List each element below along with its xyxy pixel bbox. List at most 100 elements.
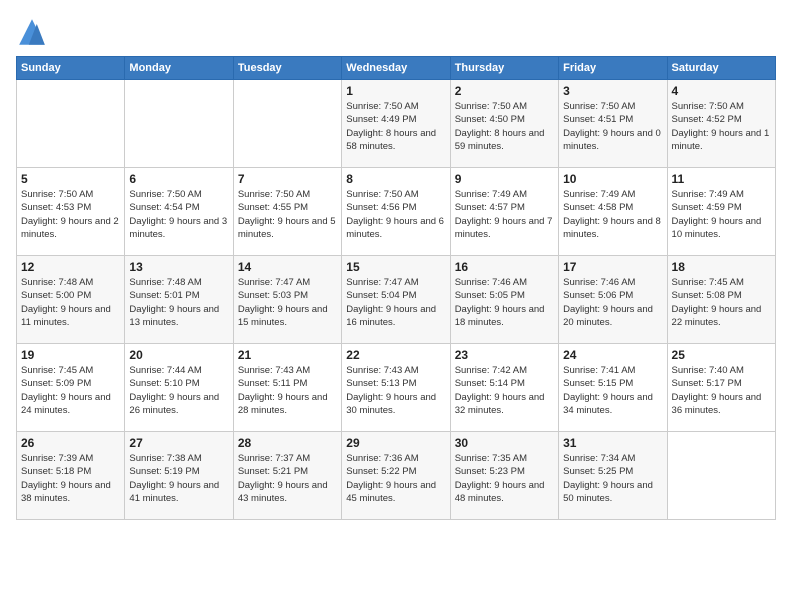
day-info: Sunrise: 7:50 AMSunset: 4:54 PMDaylight:… <box>129 188 228 241</box>
day-info: Sunrise: 7:50 AMSunset: 4:51 PMDaylight:… <box>563 100 662 153</box>
day-number: 19 <box>21 348 120 362</box>
day-number: 22 <box>346 348 445 362</box>
day-number: 16 <box>455 260 554 274</box>
calendar-cell: 15 Sunrise: 7:47 AMSunset: 5:04 PMDayligh… <box>342 256 450 344</box>
day-info: Sunrise: 7:45 AMSunset: 5:08 PMDaylight:… <box>672 276 771 329</box>
day-number: 26 <box>21 436 120 450</box>
day-info: Sunrise: 7:49 AMSunset: 4:58 PMDaylight:… <box>563 188 662 241</box>
calendar-cell: 18 Sunrise: 7:45 AMSunset: 5:08 PMDayligh… <box>667 256 775 344</box>
day-info: Sunrise: 7:50 AMSunset: 4:55 PMDaylight:… <box>238 188 337 241</box>
page-header <box>16 16 776 48</box>
day-number: 6 <box>129 172 228 186</box>
week-row-3: 12Sunrise: 7:48 AMSunset: 5:00 PMDayligh… <box>17 256 776 344</box>
day-number: 27 <box>129 436 228 450</box>
day-number: 11 <box>672 172 771 186</box>
calendar-cell: 3 Sunrise: 7:50 AMSunset: 4:51 PMDaylight… <box>559 80 667 168</box>
day-info: Sunrise: 7:34 AMSunset: 5:25 PMDaylight:… <box>563 452 662 505</box>
header-row: SundayMondayTuesdayWednesdayThursdayFrid… <box>17 57 776 80</box>
day-info: Sunrise: 7:43 AMSunset: 5:11 PMDaylight:… <box>238 364 337 417</box>
calendar-cell: 24 Sunrise: 7:41 AMSunset: 5:15 PMDayligh… <box>559 344 667 432</box>
calendar-header: SundayMondayTuesdayWednesdayThursdayFrid… <box>17 57 776 80</box>
day-number: 15 <box>346 260 445 274</box>
day-info: Sunrise: 7:47 AMSunset: 5:04 PMDaylight:… <box>346 276 445 329</box>
day-number: 17 <box>563 260 662 274</box>
day-info: Sunrise: 7:44 AMSunset: 5:10 PMDaylight:… <box>129 364 228 417</box>
day-number: 25 <box>672 348 771 362</box>
day-info: Sunrise: 7:40 AMSunset: 5:17 PMDaylight:… <box>672 364 771 417</box>
day-number: 1 <box>346 84 445 98</box>
day-number: 2 <box>455 84 554 98</box>
calendar-cell: 29Sunrise: 7:36 AMSunset: 5:22 PMDayligh… <box>342 432 450 520</box>
calendar-cell <box>233 80 341 168</box>
calendar-cell: 4 Sunrise: 7:50 AMSunset: 4:52 PMDaylight… <box>667 80 775 168</box>
day-info: Sunrise: 7:38 AMSunset: 5:19 PMDaylight:… <box>129 452 228 505</box>
week-row-5: 26 Sunrise: 7:39 AMSunset: 5:18 PMDayligh… <box>17 432 776 520</box>
day-info: Sunrise: 7:50 AMSunset: 4:49 PMDaylight:… <box>346 100 445 153</box>
logo-icon <box>16 16 48 48</box>
header-cell-saturday: Saturday <box>667 57 775 80</box>
day-number: 5 <box>21 172 120 186</box>
header-cell-tuesday: Tuesday <box>233 57 341 80</box>
day-info: Sunrise: 7:46 AMSunset: 5:05 PMDaylight:… <box>455 276 554 329</box>
header-cell-thursday: Thursday <box>450 57 558 80</box>
calendar-cell: 14Sunrise: 7:47 AMSunset: 5:03 PMDayligh… <box>233 256 341 344</box>
day-info: Sunrise: 7:37 AMSunset: 5:21 PMDaylight:… <box>238 452 337 505</box>
day-number: 7 <box>238 172 337 186</box>
day-number: 14 <box>238 260 337 274</box>
calendar-cell: 1 Sunrise: 7:50 AMSunset: 4:49 PMDaylight… <box>342 80 450 168</box>
calendar-cell: 26 Sunrise: 7:39 AMSunset: 5:18 PMDayligh… <box>17 432 125 520</box>
logo <box>16 16 52 48</box>
calendar-cell: 9 Sunrise: 7:49 AMSunset: 4:57 PMDaylight… <box>450 168 558 256</box>
calendar-cell: 25 Sunrise: 7:40 AMSunset: 5:17 PMDayligh… <box>667 344 775 432</box>
calendar-cell: 10 Sunrise: 7:49 AMSunset: 4:58 PMDayligh… <box>559 168 667 256</box>
calendar-cell: 21Sunrise: 7:43 AMSunset: 5:11 PMDayligh… <box>233 344 341 432</box>
day-info: Sunrise: 7:46 AMSunset: 5:06 PMDaylight:… <box>563 276 662 329</box>
day-number: 28 <box>238 436 337 450</box>
day-info: Sunrise: 7:42 AMSunset: 5:14 PMDaylight:… <box>455 364 554 417</box>
header-cell-monday: Monday <box>125 57 233 80</box>
day-number: 18 <box>672 260 771 274</box>
calendar-cell: 27 Sunrise: 7:38 AMSunset: 5:19 PMDayligh… <box>125 432 233 520</box>
day-number: 8 <box>346 172 445 186</box>
calendar-cell: 13 Sunrise: 7:48 AMSunset: 5:01 PMDayligh… <box>125 256 233 344</box>
day-number: 3 <box>563 84 662 98</box>
calendar-table: SundayMondayTuesdayWednesdayThursdayFrid… <box>16 56 776 520</box>
day-info: Sunrise: 7:49 AMSunset: 4:59 PMDaylight:… <box>672 188 771 241</box>
day-info: Sunrise: 7:50 AMSunset: 4:52 PMDaylight:… <box>672 100 771 153</box>
day-info: Sunrise: 7:45 AMSunset: 5:09 PMDaylight:… <box>21 364 120 417</box>
week-row-4: 19 Sunrise: 7:45 AMSunset: 5:09 PMDayligh… <box>17 344 776 432</box>
day-number: 13 <box>129 260 228 274</box>
day-number: 24 <box>563 348 662 362</box>
calendar-body: 1 Sunrise: 7:50 AMSunset: 4:49 PMDaylight… <box>17 80 776 520</box>
calendar-cell: 19 Sunrise: 7:45 AMSunset: 5:09 PMDayligh… <box>17 344 125 432</box>
calendar-cell: 5 Sunrise: 7:50 AMSunset: 4:53 PMDaylight… <box>17 168 125 256</box>
day-info: Sunrise: 7:50 AMSunset: 4:53 PMDaylight:… <box>21 188 120 241</box>
day-info: Sunrise: 7:49 AMSunset: 4:57 PMDaylight:… <box>455 188 554 241</box>
week-row-1: 1 Sunrise: 7:50 AMSunset: 4:49 PMDaylight… <box>17 80 776 168</box>
header-cell-friday: Friday <box>559 57 667 80</box>
calendar-cell: 8Sunrise: 7:50 AMSunset: 4:56 PMDaylight… <box>342 168 450 256</box>
day-info: Sunrise: 7:48 AMSunset: 5:01 PMDaylight:… <box>129 276 228 329</box>
day-number: 20 <box>129 348 228 362</box>
calendar-cell: 11 Sunrise: 7:49 AMSunset: 4:59 PMDayligh… <box>667 168 775 256</box>
calendar-cell: 22Sunrise: 7:43 AMSunset: 5:13 PMDayligh… <box>342 344 450 432</box>
day-info: Sunrise: 7:35 AMSunset: 5:23 PMDaylight:… <box>455 452 554 505</box>
day-info: Sunrise: 7:41 AMSunset: 5:15 PMDaylight:… <box>563 364 662 417</box>
day-number: 10 <box>563 172 662 186</box>
day-number: 9 <box>455 172 554 186</box>
day-number: 4 <box>672 84 771 98</box>
day-number: 30 <box>455 436 554 450</box>
day-info: Sunrise: 7:50 AMSunset: 4:50 PMDaylight:… <box>455 100 554 153</box>
calendar-cell: 12Sunrise: 7:48 AMSunset: 5:00 PMDayligh… <box>17 256 125 344</box>
calendar-cell <box>667 432 775 520</box>
calendar-cell <box>125 80 233 168</box>
calendar-cell: 23Sunrise: 7:42 AMSunset: 5:14 PMDayligh… <box>450 344 558 432</box>
calendar-cell: 31 Sunrise: 7:34 AMSunset: 5:25 PMDayligh… <box>559 432 667 520</box>
day-number: 31 <box>563 436 662 450</box>
day-info: Sunrise: 7:39 AMSunset: 5:18 PMDaylight:… <box>21 452 120 505</box>
calendar-cell: 6 Sunrise: 7:50 AMSunset: 4:54 PMDaylight… <box>125 168 233 256</box>
calendar-cell: 20 Sunrise: 7:44 AMSunset: 5:10 PMDayligh… <box>125 344 233 432</box>
week-row-2: 5 Sunrise: 7:50 AMSunset: 4:53 PMDaylight… <box>17 168 776 256</box>
calendar-cell: 7 Sunrise: 7:50 AMSunset: 4:55 PMDaylight… <box>233 168 341 256</box>
header-cell-sunday: Sunday <box>17 57 125 80</box>
